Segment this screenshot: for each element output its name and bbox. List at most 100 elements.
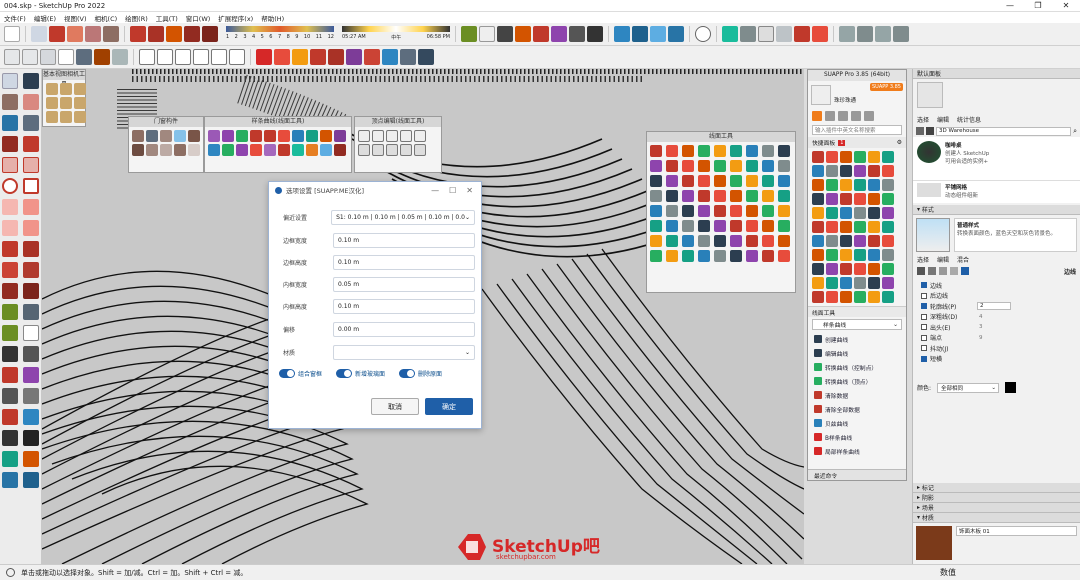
line-tool-icon[interactable] xyxy=(730,160,742,172)
line-tool-icon[interactable] xyxy=(762,160,774,172)
iso-view-icon[interactable] xyxy=(139,49,155,65)
quick-plugin-icon[interactable] xyxy=(812,221,824,233)
line-tool-icon[interactable] xyxy=(650,160,662,172)
inner-width-input[interactable]: 0.05 m xyxy=(333,276,475,292)
option-value[interactable]: 2 xyxy=(977,302,1011,311)
line-tool-icon[interactable] xyxy=(762,175,774,187)
wireframe-icon[interactable] xyxy=(40,49,56,65)
bspline-icon[interactable] xyxy=(306,130,318,142)
quick-plugin-icon[interactable] xyxy=(854,193,866,205)
line-tool-icon[interactable] xyxy=(650,205,662,217)
menu-extensions[interactable]: 扩展程序(x) xyxy=(218,13,253,23)
quick-plugin-icon[interactable] xyxy=(854,263,866,275)
line-tool-icon[interactable] xyxy=(730,190,742,202)
user-account-icon[interactable] xyxy=(695,26,711,42)
component-item-coffee-table[interactable]: 咖啡桌 创建人 SketchUp 可用合适的实例+ xyxy=(913,137,1080,181)
quick-plugin-icon[interactable] xyxy=(826,207,838,219)
quick-plugin-icon[interactable] xyxy=(882,165,894,177)
suapp-item-local-spline[interactable]: 局部样条曲线 xyxy=(808,444,906,458)
maximize-button[interactable]: ❐ xyxy=(1024,1,1052,10)
line-tool-icon[interactable] xyxy=(778,190,790,202)
camera-icon[interactable] xyxy=(632,26,648,42)
quick-plugin-icon[interactable] xyxy=(868,291,880,303)
line-tool-icon[interactable] xyxy=(698,190,710,202)
edge-option-depth-cue[interactable]: 深粗线(D) 4 xyxy=(913,312,1080,323)
quick-panel-header[interactable]: 快捷面板 1 ⚙ xyxy=(808,137,906,148)
view-iso2-icon[interactable] xyxy=(60,111,72,123)
quick-plugin-icon[interactable] xyxy=(868,179,880,191)
line-tool-icon[interactable] xyxy=(682,175,694,187)
quick-plugin-icon[interactable] xyxy=(882,263,894,275)
section-cuts-icon[interactable] xyxy=(23,472,39,488)
menu-window[interactable]: 窗口(W) xyxy=(186,13,211,23)
select-icon[interactable] xyxy=(2,73,18,89)
quick-plugin-icon[interactable] xyxy=(868,263,880,275)
gear-icon[interactable] xyxy=(864,111,874,121)
view-right-icon[interactable] xyxy=(74,83,86,95)
spline-e-icon[interactable] xyxy=(264,144,276,156)
shadows-section-header[interactable]: ▸ 阴影 xyxy=(913,493,1080,503)
section-plane-icon[interactable] xyxy=(515,26,531,42)
select-arrow-icon[interactable] xyxy=(31,26,47,42)
line-tool-icon[interactable] xyxy=(698,250,710,262)
plugin-magnet-icon[interactable] xyxy=(328,49,344,65)
quick-plugin-icon[interactable] xyxy=(854,291,866,303)
minimize-button[interactable]: — xyxy=(996,1,1024,10)
quick-plugin-icon[interactable] xyxy=(840,165,852,177)
line-tool-icon[interactable] xyxy=(762,145,774,157)
view-front-icon[interactable] xyxy=(60,83,72,95)
line-tool-icon[interactable] xyxy=(682,205,694,217)
right-view-icon[interactable] xyxy=(193,49,209,65)
line-tool-icon[interactable] xyxy=(730,205,742,217)
tab-statistics[interactable]: 统计信息 xyxy=(957,115,981,125)
shaded-icon[interactable] xyxy=(76,49,92,65)
line-tool-icon[interactable] xyxy=(698,175,710,187)
line-tool-icon[interactable] xyxy=(682,250,694,262)
bezier-icon[interactable] xyxy=(292,130,304,142)
quick-plugin-icon[interactable] xyxy=(882,291,894,303)
edge-option-edges[interactable]: 边线 xyxy=(913,280,1080,291)
curve-create-icon[interactable] xyxy=(208,130,220,142)
orbit-icon[interactable] xyxy=(533,26,549,42)
polyline-icon[interactable] xyxy=(334,130,346,142)
view-left-icon[interactable] xyxy=(60,97,72,109)
line-tool-icon[interactable] xyxy=(666,220,678,232)
quick-plugin-icon[interactable] xyxy=(882,221,894,233)
watermark-settings-icon[interactable] xyxy=(950,267,958,275)
rotate-icon[interactable] xyxy=(2,262,18,278)
vertex-grid-icon[interactable] xyxy=(358,144,370,156)
offset-icon[interactable] xyxy=(23,283,39,299)
outliner-icon[interactable] xyxy=(839,26,855,42)
quick-plugin-icon[interactable] xyxy=(854,179,866,191)
warehouse-search-input[interactable]: 3D Warehouse xyxy=(936,126,1072,136)
line-tool-icon[interactable] xyxy=(698,220,710,232)
plugin-red-icon[interactable] xyxy=(274,49,290,65)
view-iso-icon[interactable] xyxy=(46,111,58,123)
view-back-icon[interactable] xyxy=(46,97,58,109)
combine-frame-toggle[interactable]: 组合窗框 xyxy=(279,369,322,378)
section-plane-icon[interactable] xyxy=(23,451,39,467)
scale-icon[interactable] xyxy=(2,283,18,299)
material-swatch[interactable] xyxy=(916,526,952,560)
view-iso3-icon[interactable] xyxy=(74,111,86,123)
monochrome-icon[interactable] xyxy=(112,49,128,65)
plugin-stack-icon[interactable] xyxy=(346,49,362,65)
arc-icon[interactable] xyxy=(67,26,83,42)
spline-h-icon[interactable] xyxy=(306,144,318,156)
line-tool-icon[interactable] xyxy=(666,175,678,187)
suapp-item-edit-curve[interactable]: 编辑曲线 xyxy=(808,346,906,360)
display-section-icon[interactable] xyxy=(2,472,18,488)
vertex-select-icon[interactable] xyxy=(358,130,370,142)
line-tool-icon[interactable] xyxy=(778,160,790,172)
line-tool-icon[interactable] xyxy=(682,160,694,172)
text-label-icon[interactable] xyxy=(23,325,39,341)
rectangle-icon[interactable] xyxy=(2,157,18,173)
line-tool-icon[interactable] xyxy=(666,250,678,262)
frame-width-input[interactable]: 0.10 m xyxy=(333,232,475,248)
edge-option-endpoints[interactable]: 端点 9 xyxy=(913,333,1080,344)
line-tool-icon[interactable] xyxy=(666,190,678,202)
line-tool-icon[interactable] xyxy=(666,235,678,247)
line-tool-icon[interactable] xyxy=(650,250,662,262)
pencil-icon[interactable] xyxy=(49,26,65,42)
line-tool-icon[interactable] xyxy=(682,145,694,157)
